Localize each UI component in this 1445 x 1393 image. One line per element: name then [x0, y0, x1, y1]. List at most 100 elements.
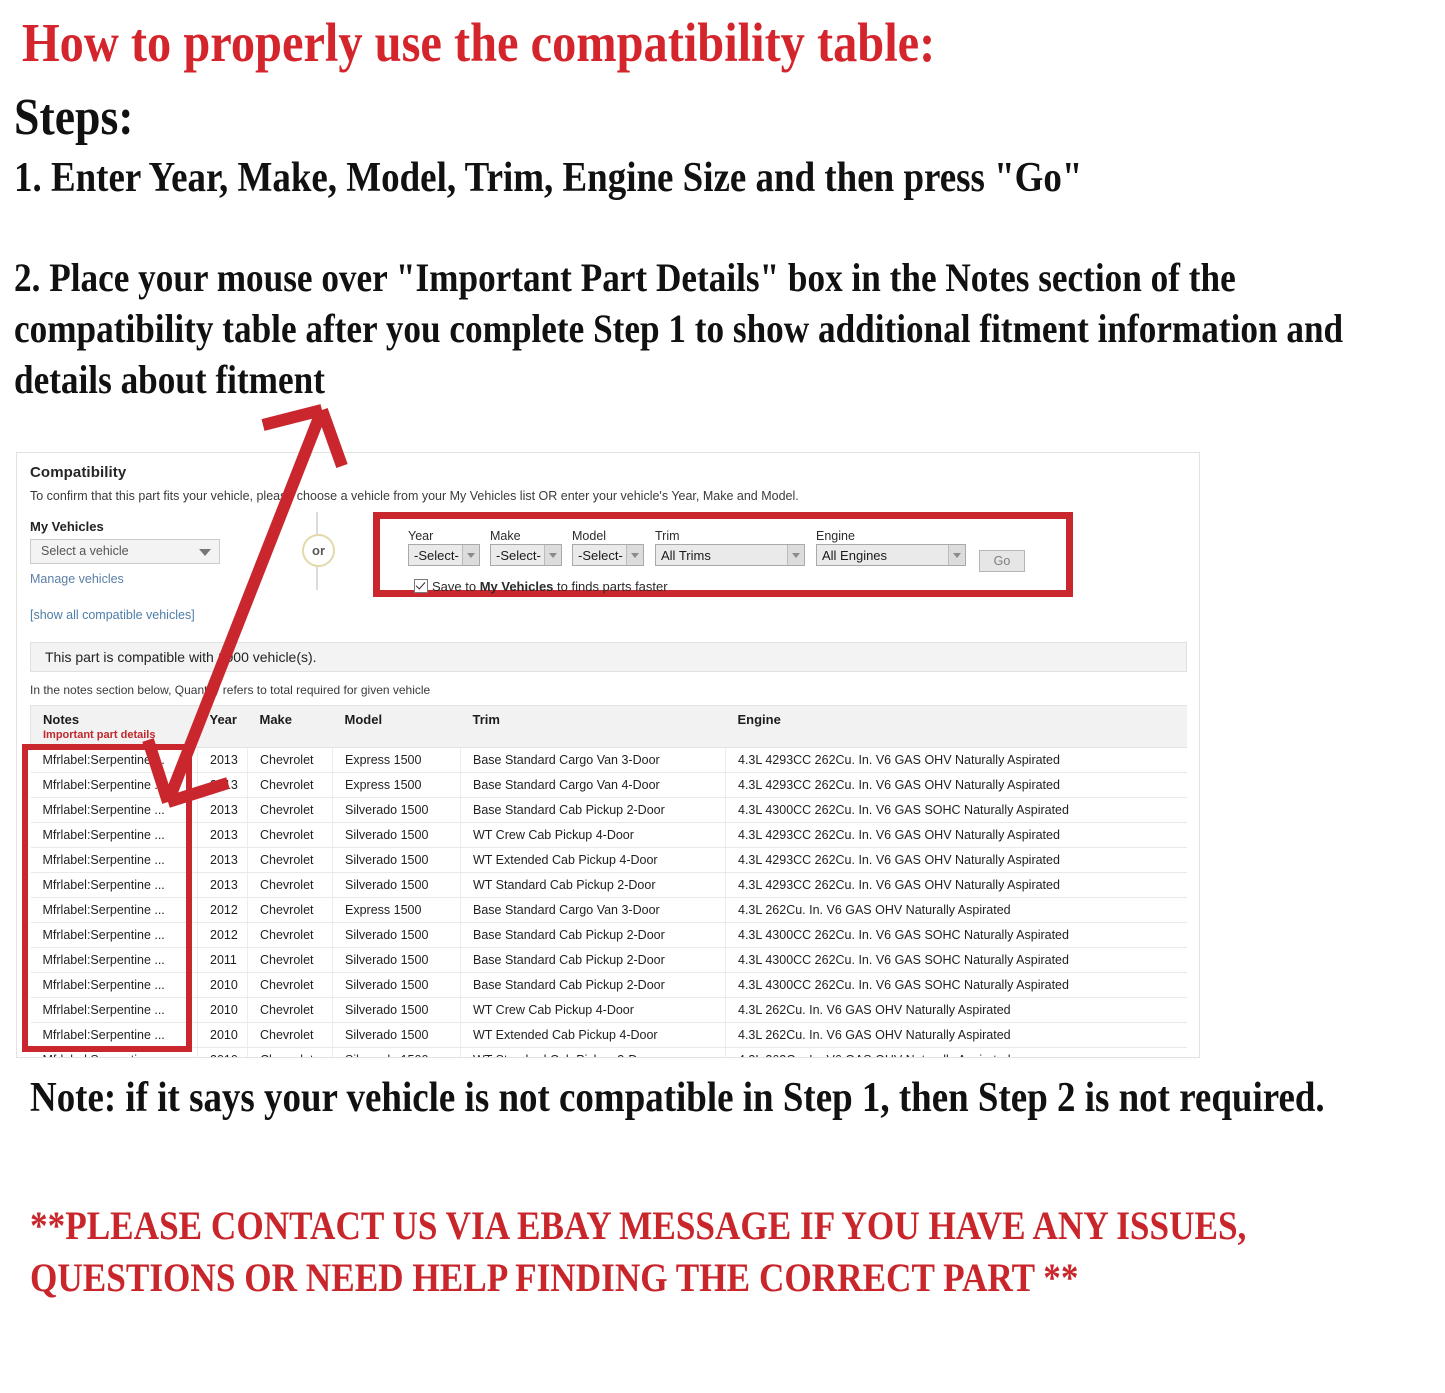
cell-notes: Mfrlabel:Serpentine ...	[30, 1047, 198, 1057]
cell-year: 2013	[197, 872, 248, 898]
make-field-label: Make	[490, 529, 521, 543]
cell-notes: Mfrlabel:Serpentine ...	[30, 997, 198, 1023]
column-header-year[interactable]: Year	[197, 705, 248, 748]
column-header-trim[interactable]: Trim	[460, 705, 726, 748]
column-header-notes[interactable]: Notes Important part details	[30, 705, 198, 748]
column-header-model[interactable]: Model	[332, 705, 461, 748]
cell-make: Chevrolet	[247, 947, 333, 973]
cell-year: 2010	[197, 1047, 248, 1057]
table-row[interactable]: Mfrlabel:Serpentine ...2010ChevroletSilv…	[30, 972, 1187, 998]
cell-make: Chevrolet	[247, 747, 333, 773]
manage-vehicles-link[interactable]: Manage vehicles	[30, 572, 124, 586]
model-dropdown-arrow-icon[interactable]	[626, 545, 643, 565]
step-2-text: 2. Place your mouse over "Important Part…	[14, 255, 1344, 402]
engine-field-label: Engine	[816, 529, 855, 543]
cell-model: Silverado 1500	[332, 1022, 461, 1048]
model-field[interactable]: Model -Select-	[572, 529, 644, 566]
table-row[interactable]: Mfrlabel:Serpentine ...2010ChevroletSilv…	[30, 1047, 1187, 1057]
cell-engine: 4.3L 262Cu. In. V6 GAS OHV Naturally Asp…	[725, 1047, 1187, 1057]
cell-make: Chevrolet	[247, 1022, 333, 1048]
trim-dropdown-arrow-icon[interactable]	[787, 545, 804, 565]
compatibility-heading: Compatibility	[30, 464, 127, 481]
bottom-note-text: Note: if it says your vehicle is not com…	[30, 1075, 1325, 1121]
cell-notes: Mfrlabel:Serpentine ...	[30, 872, 198, 898]
cell-trim: WT Extended Cab Pickup 4-Door	[460, 1022, 726, 1048]
cell-trim: Base Standard Cargo Van 3-Door	[460, 897, 726, 923]
go-button[interactable]: Go	[979, 550, 1025, 572]
cell-engine: 4.3L 4293CC 262Cu. In. V6 GAS OHV Natura…	[725, 747, 1187, 773]
or-divider-label: or	[302, 534, 335, 567]
cell-trim: Base Standard Cab Pickup 2-Door	[460, 922, 726, 948]
cell-year: 2013	[197, 772, 248, 798]
cell-make: Chevrolet	[247, 997, 333, 1023]
cell-engine: 4.3L 262Cu. In. V6 GAS OHV Naturally Asp…	[725, 1022, 1187, 1048]
cell-model: Silverado 1500	[332, 922, 461, 948]
table-row[interactable]: Mfrlabel:Serpentine ... 2013 Chevrolet Silv…	[30, 797, 1187, 823]
cell-model: Silverado 1500	[332, 1047, 461, 1057]
year-dropdown-arrow-icon[interactable]	[462, 545, 479, 565]
compatibility-subtext: To confirm that this part fits your vehi…	[30, 489, 799, 503]
table-row[interactable]: Mfrlabel:Serpentine ... 2013 Chevrolet Silv…	[30, 847, 1187, 873]
trim-field-label: Trim	[655, 529, 680, 543]
table-row[interactable]: Mfrlabel:Serpentine ...2010ChevroletSilv…	[30, 997, 1187, 1023]
make-field-value: -Select-	[496, 547, 541, 563]
make-field[interactable]: Make -Select-	[490, 529, 562, 566]
table-row[interactable]: Mfrlabel:Serpentine ... 2013 Chevrolet Expr…	[30, 772, 1187, 798]
table-row[interactable]: Mfrlabel:Serpentine ... 2013 Chevrolet Expr…	[30, 747, 1187, 773]
engine-dropdown-arrow-icon[interactable]	[948, 545, 965, 565]
cell-trim: Base Standard Cab Pickup 2-Door	[460, 797, 726, 823]
cell-year: 2010	[197, 1022, 248, 1048]
cell-make: Chevrolet	[247, 772, 333, 798]
cell-model: Silverado 1500	[332, 997, 461, 1023]
cell-notes: Mfrlabel:Serpentine ...	[30, 822, 198, 848]
trim-field-value: All Trims	[661, 547, 711, 563]
model-field-value: -Select-	[578, 547, 623, 563]
cell-trim: WT Extended Cab Pickup 4-Door	[460, 847, 726, 873]
year-field[interactable]: Year -Select-	[408, 529, 480, 566]
cell-make: Chevrolet	[247, 847, 333, 873]
make-dropdown-arrow-icon[interactable]	[544, 545, 561, 565]
table-header-row: Notes Important part details Year Make M…	[30, 705, 1187, 748]
cell-notes: Mfrlabel:Serpentine ...	[30, 747, 198, 773]
table-row[interactable]: Mfrlabel:Serpentine ... 2013 Chevrolet Silv…	[30, 822, 1187, 848]
table-row[interactable]: Mfrlabel:Serpentine ... 2012 Chevrolet Expr…	[30, 897, 1187, 923]
cell-engine: 4.3L 262Cu. In. V6 GAS OHV Naturally Asp…	[725, 997, 1187, 1023]
save-to-my-vehicles-row[interactable]: Save to My Vehicles to finds parts faste…	[414, 577, 668, 594]
cell-year: 2013	[197, 797, 248, 823]
cell-notes: Mfrlabel:Serpentine ...	[30, 947, 198, 973]
table-row[interactable]: Mfrlabel:Serpentine ...2010ChevroletSilv…	[30, 1022, 1187, 1048]
my-vehicles-select[interactable]: Select a vehicle	[30, 539, 220, 564]
page-title: How to properly use the compatibility ta…	[22, 12, 936, 73]
cell-notes: Mfrlabel:Serpentine ...	[30, 797, 198, 823]
table-row[interactable]: Mfrlabel:Serpentine ... 2012 Chevrolet Silv…	[30, 922, 1187, 948]
my-vehicles-label: My Vehicles	[30, 519, 104, 534]
year-field-value: -Select-	[414, 547, 459, 563]
column-header-engine[interactable]: Engine	[725, 705, 1187, 748]
column-header-notes-label: Notes	[43, 712, 80, 727]
trim-field[interactable]: Trim All Trims	[655, 529, 805, 566]
cell-engine: 4.3L 4300CC 262Cu. In. V6 GAS SOHC Natur…	[725, 972, 1187, 998]
cell-make: Chevrolet	[247, 797, 333, 823]
cell-model: Silverado 1500	[332, 872, 461, 898]
contact-notice-text: **PLEASE CONTACT US VIA EBAY MESSAGE IF …	[30, 1203, 1247, 1300]
show-all-compatible-vehicles-link[interactable]: [show all compatible vehicles]	[30, 608, 195, 622]
save-to-my-vehicles-checkbox[interactable]	[414, 579, 428, 593]
cell-year: 2013	[197, 847, 248, 873]
cell-engine: 4.3L 4300CC 262Cu. In. V6 GAS SOHC Natur…	[725, 797, 1187, 823]
table-row[interactable]: Mfrlabel:Serpentine ... 2013 Chevrolet Silv…	[30, 872, 1187, 898]
cell-make: Chevrolet	[247, 822, 333, 848]
model-field-label: Model	[572, 529, 607, 543]
cell-model: Silverado 1500	[332, 822, 461, 848]
cell-year: 2010	[197, 997, 248, 1023]
column-header-make[interactable]: Make	[247, 705, 333, 748]
cell-model: Express 1500	[332, 772, 461, 798]
save-suffix-text: to finds parts faster	[553, 579, 668, 594]
table-row[interactable]: Mfrlabel:Serpentine ... 2011 Chevrolet Silv…	[30, 947, 1187, 973]
cell-model: Silverado 1500	[332, 797, 461, 823]
my-vehicles-select-value: Select a vehicle	[41, 544, 129, 558]
cell-year: 2012	[197, 922, 248, 948]
cell-engine: 4.3L 4293CC 262Cu. In. V6 GAS OHV Natura…	[725, 872, 1187, 898]
cell-model: Express 1500	[332, 897, 461, 923]
engine-field[interactable]: Engine All Engines	[816, 529, 966, 566]
cell-make: Chevrolet	[247, 1047, 333, 1057]
